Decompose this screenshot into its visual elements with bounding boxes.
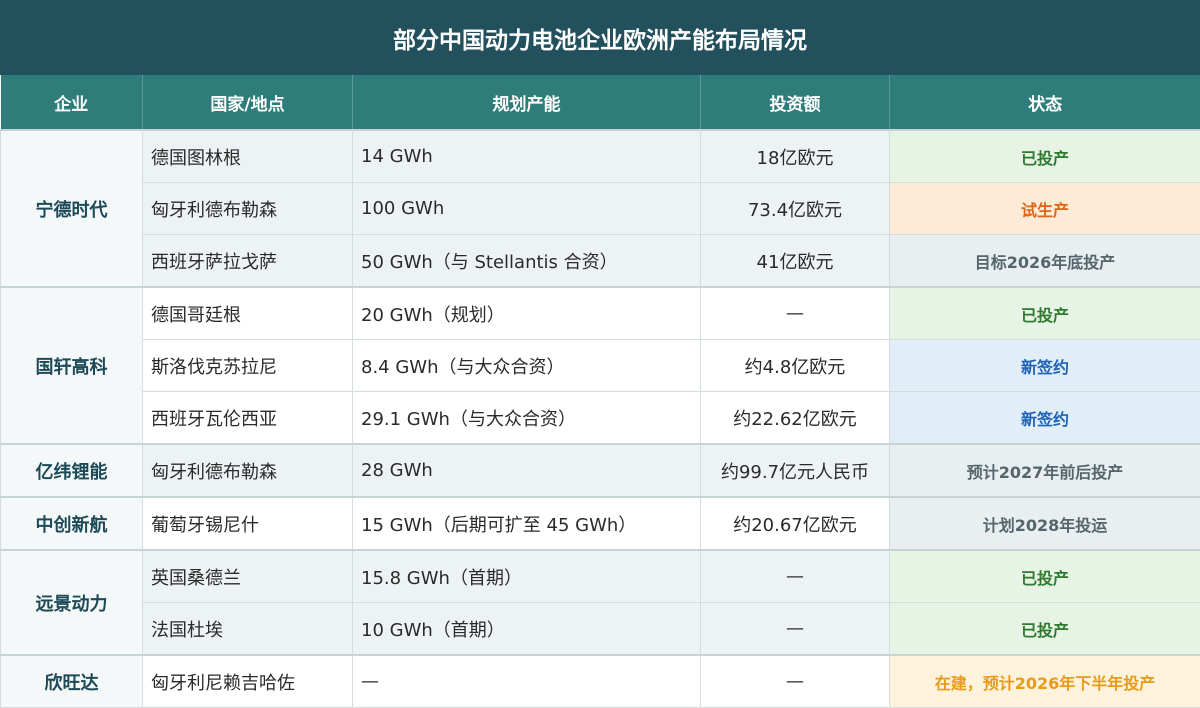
status-badge: 新签约 [890,340,1200,392]
table-row: 西班牙萨拉戈萨 50 GWh（与 Stellantis 合资） 41亿欧元 目标… [1,235,1200,288]
header-location: 国家/地点 [143,75,353,130]
status-badge: 目标2026年底投产 [890,235,1200,288]
table-title: 部分中国动力电池企业欧洲产能布局情况 [0,0,1200,75]
capacity-cell: 15 GWh（后期可扩至 45 GWh） [353,497,701,550]
investment-cell: — [701,655,890,708]
location-cell: 德国哥廷根 [143,287,353,340]
location-cell: 西班牙瓦伦西亚 [143,392,353,445]
capacity-cell: 20 GWh（规划） [353,287,701,340]
location-cell: 法国杜埃 [143,603,353,656]
investment-cell: 约20.67亿欧元 [701,497,890,550]
header-row: 企业 国家/地点 规划产能 投资额 状态 [1,75,1200,130]
capacity-table: 企业 国家/地点 规划产能 投资额 状态 宁德时代 德国图林根 14 GWh 1… [0,75,1200,708]
status-badge: 在建，预计2026年下半年投产 [890,655,1200,708]
location-cell: 德国图林根 [143,130,353,183]
status-badge: 已投产 [890,550,1200,603]
capacity-cell: 29.1 GWh（与大众合资） [353,392,701,445]
header-status: 状态 [890,75,1200,130]
capacity-cell: 100 GWh [353,183,701,235]
investment-cell: — [701,603,890,656]
capacity-cell: 15.8 GWh（首期） [353,550,701,603]
capacity-cell: — [353,655,701,708]
table-row: 国轩高科 德国哥廷根 20 GWh（规划） — 已投产 [1,287,1200,340]
investment-cell: — [701,550,890,603]
company-cell: 国轩高科 [1,287,143,444]
location-cell: 斯洛伐克苏拉尼 [143,340,353,392]
location-cell: 英国桑德兰 [143,550,353,603]
status-badge: 预计2027年前后投产 [890,444,1200,497]
capacity-cell: 8.4 GWh（与大众合资） [353,340,701,392]
capacity-cell: 50 GWh（与 Stellantis 合资） [353,235,701,288]
investment-cell: 73.4亿欧元 [701,183,890,235]
status-badge: 已投产 [890,287,1200,340]
table-row: 西班牙瓦伦西亚 29.1 GWh（与大众合资） 约22.62亿欧元 新签约 [1,392,1200,445]
company-cell: 亿纬锂能 [1,444,143,497]
table-row: 匈牙利德布勒森 100 GWh 73.4亿欧元 试生产 [1,183,1200,235]
capacity-cell: 10 GWh（首期） [353,603,701,656]
location-cell: 匈牙利德布勒森 [143,183,353,235]
company-cell: 欣旺达 [1,655,143,708]
header-company: 企业 [1,75,143,130]
investment-cell: 41亿欧元 [701,235,890,288]
header-investment: 投资额 [701,75,890,130]
table-row: 远景动力 英国桑德兰 15.8 GWh（首期） — 已投产 [1,550,1200,603]
company-cell: 远景动力 [1,550,143,655]
header-capacity: 规划产能 [353,75,701,130]
location-cell: 葡萄牙锡尼什 [143,497,353,550]
location-cell: 西班牙萨拉戈萨 [143,235,353,288]
investment-cell: 约99.7亿元人民币 [701,444,890,497]
table-row: 宁德时代 德国图林根 14 GWh 18亿欧元 已投产 [1,130,1200,183]
company-cell: 宁德时代 [1,130,143,287]
investment-cell: 约4.8亿欧元 [701,340,890,392]
company-cell: 中创新航 [1,497,143,550]
table-row: 中创新航 葡萄牙锡尼什 15 GWh（后期可扩至 45 GWh） 约20.67亿… [1,497,1200,550]
investment-cell: 约22.62亿欧元 [701,392,890,445]
investment-cell: — [701,287,890,340]
capacity-cell: 28 GWh [353,444,701,497]
status-badge: 新签约 [890,392,1200,445]
table-row: 亿纬锂能 匈牙利德布勒森 28 GWh 约99.7亿元人民币 预计2027年前后… [1,444,1200,497]
status-badge: 试生产 [890,183,1200,235]
capacity-cell: 14 GWh [353,130,701,183]
table-row: 斯洛伐克苏拉尼 8.4 GWh（与大众合资） 约4.8亿欧元 新签约 [1,340,1200,392]
location-cell: 匈牙利德布勒森 [143,444,353,497]
table-row: 法国杜埃 10 GWh（首期） — 已投产 [1,603,1200,656]
status-badge: 已投产 [890,130,1200,183]
status-badge: 已投产 [890,603,1200,656]
status-badge: 计划2028年投运 [890,497,1200,550]
location-cell: 匈牙利尼赖吉哈佐 [143,655,353,708]
investment-cell: 18亿欧元 [701,130,890,183]
table-row: 欣旺达 匈牙利尼赖吉哈佐 — — 在建，预计2026年下半年投产 [1,655,1200,708]
